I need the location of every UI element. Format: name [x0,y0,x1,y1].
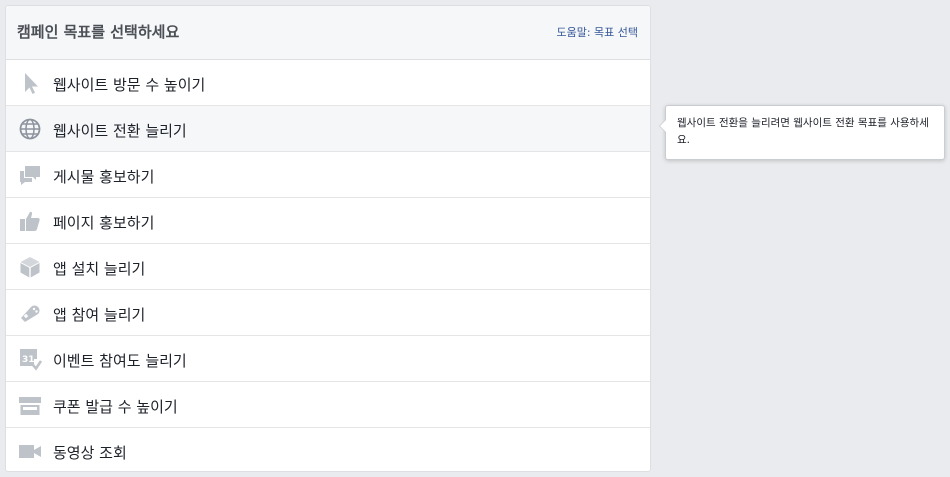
goal-label: 웹사이트 전환 늘리기 [53,122,187,140]
goal-item-app-installs[interactable]: 앱 설치 늘리기 [6,244,650,290]
goal-item-promote-page[interactable]: 페이지 홍보하기 [6,198,650,244]
panel-header: 캠페인 목표를 선택하세요 도움말: 목표 선택 [6,6,650,60]
goal-list: 웹사이트 방문 수 높이기 웹사이트 전환 늘리기 게시물 홍보하기 페이지 홍… [6,60,650,474]
gamepad-icon [21,305,40,322]
goal-item-offer-claims[interactable]: 쿠폰 발급 수 높이기 [6,382,650,428]
goal-item-website-visits[interactable]: 웹사이트 방문 수 높이기 [6,60,650,106]
goal-label: 게시물 홍보하기 [53,168,155,186]
tooltip-arrow-inner [660,120,666,132]
goal-tooltip: 웹사이트 전환을 늘리려면 웹사이트 전환 목표를 사용하세요. [659,105,945,160]
goal-label: 동영상 조회 [53,444,127,462]
calendar-icon: 31 [20,349,42,371]
tooltip-text: 웹사이트 전환을 늘리려면 웹사이트 전환 목표를 사용하세요. [677,117,929,146]
help-link[interactable]: 도움말: 목표 선택 [556,24,638,40]
campaign-objective-panel: 캠페인 목표를 선택하세요 도움말: 목표 선택 웹사이트 방문 수 높이기 웹… [5,5,651,472]
cursor-icon [25,73,38,94]
video-camera-icon [19,445,41,458]
goal-item-event-responses[interactable]: 31 이벤트 참여도 늘리기 [6,336,650,382]
globe-icon [19,118,41,140]
goal-label: 웹사이트 방문 수 높이기 [53,76,206,94]
goal-label: 쿠폰 발급 수 높이기 [53,398,178,416]
box-icon [20,257,40,278]
thumbs-up-icon [20,211,40,231]
goal-item-website-conversions[interactable]: 웹사이트 전환 늘리기 [6,106,650,152]
goal-label: 페이지 홍보하기 [53,214,155,232]
goal-item-video-views[interactable]: 동영상 조회 [6,428,650,474]
goal-item-app-engagement[interactable]: 앱 참여 늘리기 [6,290,650,336]
goal-label: 앱 설치 늘리기 [53,260,146,278]
goal-label: 앱 참여 늘리기 [53,306,146,324]
goal-label: 이벤트 참여도 늘리기 [53,352,187,370]
svg-text:31: 31 [22,355,35,365]
panel-title: 캠페인 목표를 선택하세요 [17,23,180,41]
store-icon [19,397,41,415]
speech-bubbles-icon [20,166,40,185]
goal-item-boost-posts[interactable]: 게시물 홍보하기 [6,152,650,198]
